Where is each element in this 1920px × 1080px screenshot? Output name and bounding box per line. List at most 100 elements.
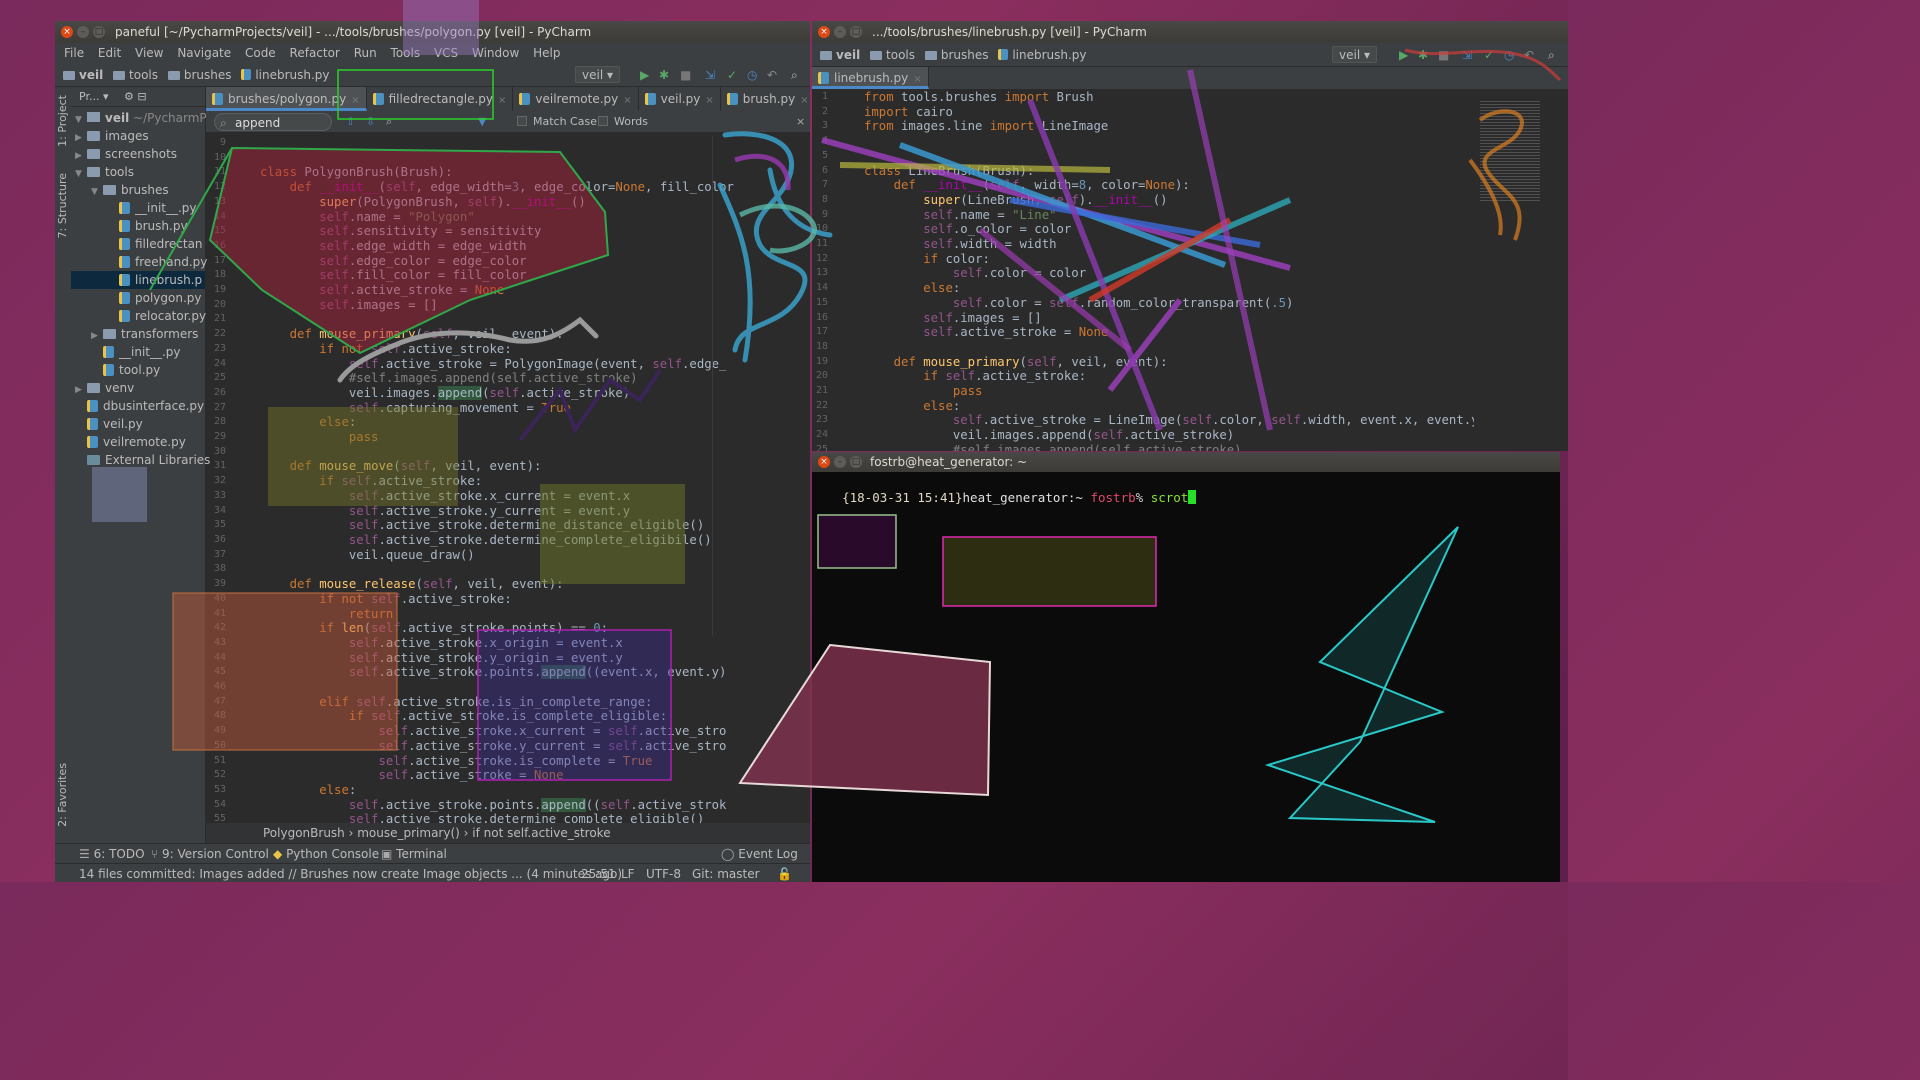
close-tab-icon[interactable]: × — [351, 95, 359, 106]
terminal-tool-button[interactable]: ▣ Terminal — [381, 844, 447, 864]
crumb-method[interactable]: mouse_primary() — [357, 826, 460, 840]
minimize-icon[interactable]: – — [834, 26, 846, 38]
tree-item[interactable]: __init__.py — [71, 199, 205, 217]
code-editor[interactable]: from tools.brushes import Brush import c… — [864, 90, 1474, 451]
collapse-icon[interactable]: ⊟ — [137, 90, 146, 103]
menu-navigate[interactable]: Navigate — [177, 46, 231, 60]
vcs-history-icon[interactable]: ◷ — [747, 63, 757, 87]
minimize-icon[interactable]: – — [834, 456, 846, 468]
tab-veil[interactable]: veil.py × — [639, 87, 721, 111]
revert-icon[interactable]: ↶ — [767, 63, 777, 87]
terminal-body[interactable]: {18-03-31 15:41}heat_generator:~ fostrb%… — [812, 472, 1560, 882]
run-config-select[interactable]: veil ▾ — [1332, 46, 1377, 63]
match-case-checkbox[interactable]: Match Case — [517, 111, 597, 133]
tree-item[interactable]: ▶ images — [71, 127, 205, 145]
run-icon[interactable]: ▶ — [1399, 43, 1408, 67]
vcs-update-icon[interactable]: ⇲ — [1462, 43, 1472, 67]
breadcrumb-file[interactable]: linebrush.py — [241, 63, 330, 87]
minimize-icon[interactable]: – — [77, 26, 89, 38]
tree-item[interactable]: dbusinterface.py — [71, 397, 205, 415]
debug-icon[interactable]: ✱ — [659, 63, 669, 87]
close-tab-icon[interactable]: × — [800, 95, 808, 106]
words-checkbox[interactable]: Words — [598, 111, 648, 133]
stop-icon[interactable]: ■ — [680, 63, 691, 87]
vcs-history-icon[interactable]: ◷ — [1504, 43, 1514, 67]
menu-vcs[interactable]: VCS — [434, 46, 458, 60]
tree-item[interactable]: tool.py — [71, 361, 205, 379]
maximize-icon[interactable]: □ — [93, 26, 105, 38]
run-config-select[interactable]: veil ▾ — [575, 66, 620, 83]
tree-item[interactable]: polygon.py — [71, 289, 205, 307]
lock-icon[interactable]: 🔓 — [777, 864, 792, 882]
breadcrumb-brushes[interactable]: brushes — [924, 43, 988, 67]
tab-linebrush[interactable]: linebrush.py × — [812, 67, 929, 89]
tree-item-selected[interactable]: linebrush.p — [71, 271, 205, 289]
tree-item[interactable]: __init__.py — [71, 343, 205, 361]
menu-code[interactable]: Code — [245, 46, 276, 60]
maximize-icon[interactable]: □ — [850, 26, 862, 38]
favorites-tool-button[interactable]: 2: Favorites — [56, 763, 69, 827]
tree-item[interactable]: ▼ tools — [71, 163, 205, 181]
stop-icon[interactable]: ■ — [1438, 43, 1449, 67]
menu-tools[interactable]: Tools — [391, 46, 421, 60]
python-console-button[interactable]: ◆ Python Console — [273, 844, 379, 864]
file-encoding[interactable]: UTF-8 — [646, 864, 681, 882]
tree-root[interactable]: ▼ veil ~/PycharmProje — [71, 109, 229, 127]
crumb-class[interactable]: PolygonBrush — [263, 826, 345, 840]
debug-icon[interactable]: ✱ — [1418, 43, 1428, 67]
search-icon[interactable]: ⌕ — [1548, 43, 1555, 67]
project-tool-button[interactable]: 1: Project — [56, 95, 69, 147]
tree-item[interactable]: ▼ brushes — [71, 181, 205, 199]
breadcrumb-file[interactable]: linebrush.py — [998, 43, 1087, 67]
vcs-commit-icon[interactable]: ✓ — [727, 63, 737, 87]
code-editor[interactable]: class PolygonBrush(Brush): def __init__(… — [260, 136, 780, 823]
cursor-position[interactable]: 25:51 — [581, 864, 616, 882]
close-tab-icon[interactable]: × — [705, 95, 713, 106]
close-tab-icon[interactable]: × — [913, 74, 921, 85]
status-message[interactable]: 14 files committed: Images added // Brus… — [79, 864, 622, 882]
breadcrumb-veil[interactable]: veil — [820, 43, 860, 67]
breadcrumb-tools[interactable]: tools — [113, 63, 158, 87]
close-tab-icon[interactable]: × — [498, 95, 506, 106]
search-icon[interactable]: ⌕ — [791, 63, 798, 87]
prev-occurrence-icon[interactable]: ⇧ — [346, 111, 355, 133]
close-tab-icon[interactable]: × — [623, 95, 631, 106]
vcs-tool-button[interactable]: ⑂ 9: Version Control — [151, 844, 269, 864]
breadcrumb-veil[interactable]: veil — [63, 63, 103, 87]
project-view-select[interactable]: Pr... — [79, 90, 99, 103]
crumb-statement[interactable]: if not self.active_stroke — [472, 826, 610, 840]
structure-tool-button[interactable]: 7: Structure — [56, 173, 69, 238]
tree-item[interactable]: veilremote.py — [71, 433, 205, 451]
find-input[interactable]: ⌕ append — [214, 113, 332, 131]
run-icon[interactable]: ▶ — [640, 63, 649, 87]
vcs-commit-icon[interactable]: ✓ — [1484, 43, 1494, 67]
line-separator[interactable]: LF — [621, 864, 635, 882]
tree-item[interactable]: filledrectan — [71, 235, 205, 253]
menu-refactor[interactable]: Refactor — [290, 46, 340, 60]
menu-help[interactable]: Help — [533, 46, 560, 60]
close-icon[interactable]: × — [818, 26, 830, 38]
tree-item[interactable]: veil.py — [71, 415, 205, 433]
breadcrumb-tools[interactable]: tools — [870, 43, 915, 67]
menu-file[interactable]: File — [64, 46, 84, 60]
menu-view[interactable]: View — [135, 46, 163, 60]
tree-item[interactable]: freehand.py — [71, 253, 207, 271]
tree-item[interactable]: relocator.py — [71, 307, 206, 325]
settings-icon[interactable]: ⚙ — [124, 90, 134, 103]
maximize-icon[interactable]: □ — [850, 456, 862, 468]
find-all-icon[interactable]: ⌕ — [386, 111, 392, 133]
git-branch[interactable]: Git: master — [692, 864, 760, 882]
tab-brush[interactable]: brush.py × — [721, 87, 810, 111]
vcs-update-icon[interactable]: ⇲ — [705, 63, 715, 87]
tree-item[interactable]: External Libraries — [71, 451, 210, 469]
close-icon[interactable]: × — [61, 26, 73, 38]
event-log-button[interactable]: ◯ Event Log — [721, 844, 798, 864]
menu-edit[interactable]: Edit — [98, 46, 121, 60]
menu-window[interactable]: Window — [472, 46, 519, 60]
tree-item[interactable]: ▶ screenshots — [71, 145, 205, 163]
tab-filledrectangle[interactable]: filledrectangle.py × — [367, 87, 514, 111]
filter-icon[interactable]: ▼ — [478, 111, 486, 133]
code-minimap[interactable] — [1480, 101, 1540, 201]
tree-item[interactable]: ▶ transformers — [71, 325, 205, 343]
revert-icon[interactable]: ↶ — [1524, 43, 1534, 67]
